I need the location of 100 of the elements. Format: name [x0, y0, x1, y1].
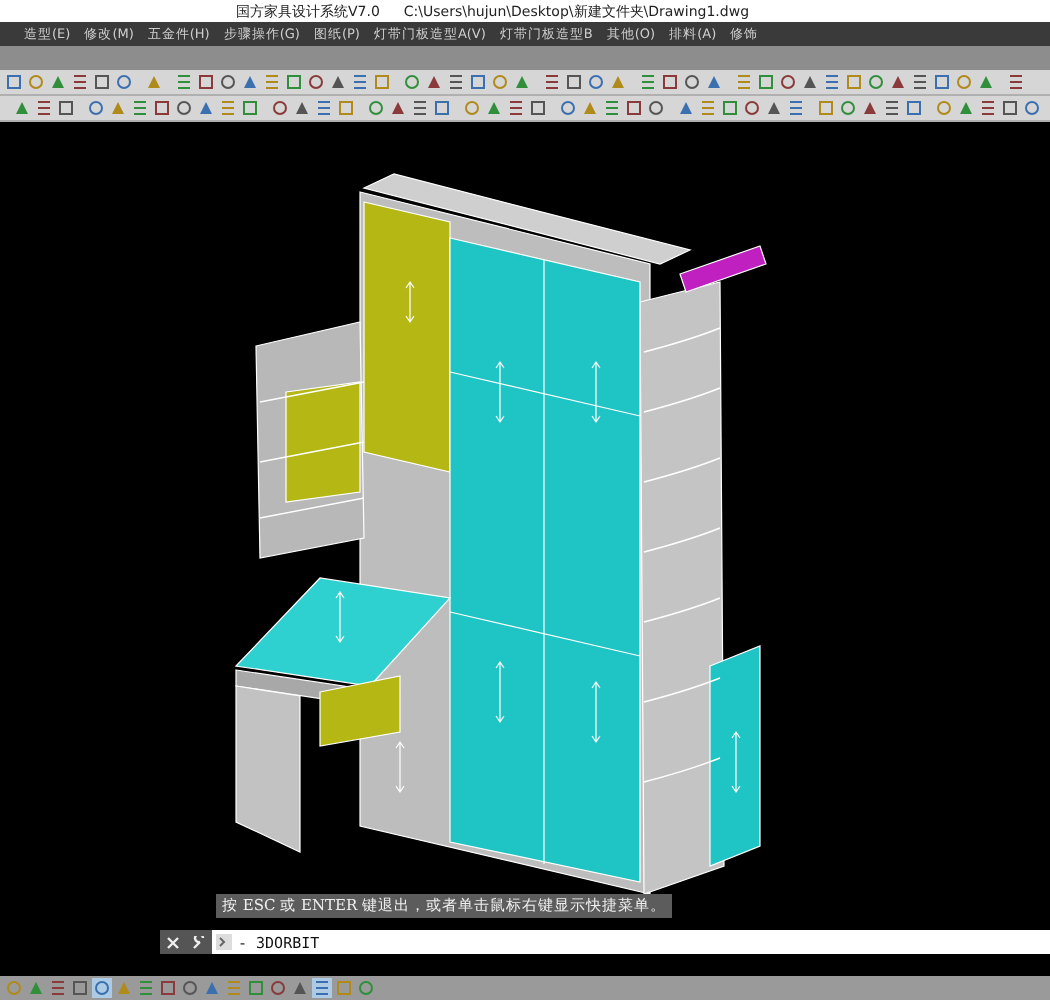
tool-button[interactable] — [144, 72, 164, 92]
tool-button[interactable] — [240, 98, 260, 118]
tool-button[interactable] — [92, 72, 112, 92]
tool-button[interactable] — [910, 72, 930, 92]
tool-button[interactable] — [262, 72, 282, 92]
tool-button[interactable] — [350, 72, 370, 92]
tool-button[interactable] — [424, 72, 444, 92]
tool-button[interactable] — [268, 978, 288, 998]
tool-button[interactable] — [624, 98, 644, 118]
tool-button[interactable] — [388, 98, 408, 118]
tool-button[interactable] — [954, 72, 974, 92]
tool-button[interactable] — [764, 98, 784, 118]
tool-button[interactable] — [130, 98, 150, 118]
tool-button[interactable] — [564, 72, 584, 92]
tool-button[interactable] — [152, 98, 172, 118]
tool-button[interactable] — [218, 72, 238, 92]
tool-button[interactable] — [512, 72, 532, 92]
tool-button[interactable] — [432, 98, 452, 118]
tool-button[interactable] — [292, 98, 312, 118]
tool-button[interactable] — [778, 72, 798, 92]
tool-button[interactable] — [904, 98, 924, 118]
tool-button[interactable] — [174, 72, 194, 92]
tool-button[interactable] — [756, 72, 776, 92]
tool-button[interactable] — [314, 98, 334, 118]
close-icon[interactable] — [166, 935, 180, 949]
tool-button[interactable] — [822, 72, 842, 92]
tool-button[interactable] — [860, 98, 880, 118]
tool-button[interactable] — [734, 72, 754, 92]
tool-button[interactable] — [468, 72, 488, 92]
tool-button[interactable] — [978, 98, 998, 118]
tool-button[interactable] — [26, 72, 46, 92]
tool-button[interactable] — [114, 72, 134, 92]
tool-button[interactable] — [660, 72, 680, 92]
tool-button[interactable] — [462, 98, 482, 118]
tool-button[interactable] — [742, 98, 762, 118]
tool-button[interactable] — [108, 98, 128, 118]
tool-button[interactable] — [638, 72, 658, 92]
tool-button[interactable] — [704, 72, 724, 92]
tool-button[interactable] — [410, 98, 430, 118]
tool-button[interactable] — [542, 72, 562, 92]
tool-button[interactable] — [506, 98, 526, 118]
tool-button[interactable] — [720, 98, 740, 118]
tool-icon — [604, 100, 620, 116]
tool-button[interactable] — [92, 978, 112, 998]
tool-button[interactable] — [70, 978, 90, 998]
tool-button[interactable] — [888, 72, 908, 92]
tool-button[interactable] — [70, 72, 90, 92]
tool-button[interactable] — [402, 72, 422, 92]
tool-button[interactable] — [844, 72, 864, 92]
tool-button[interactable] — [816, 98, 836, 118]
tool-button[interactable] — [882, 98, 902, 118]
tool-button[interactable] — [956, 98, 976, 118]
tool-button[interactable] — [12, 98, 32, 118]
tool-button[interactable] — [866, 72, 886, 92]
tool-button[interactable] — [446, 72, 466, 92]
tool-button[interactable] — [34, 98, 54, 118]
tool-button[interactable] — [180, 978, 200, 998]
tool-button[interactable] — [602, 98, 622, 118]
tool-button[interactable] — [290, 978, 310, 998]
tool-button[interactable] — [558, 98, 578, 118]
tool-button[interactable] — [786, 98, 806, 118]
tool-button[interactable] — [800, 72, 820, 92]
tool-button[interactable] — [270, 98, 290, 118]
tool-button[interactable] — [838, 98, 858, 118]
tool-button[interactable] — [976, 72, 996, 92]
tool-button[interactable] — [312, 978, 332, 998]
tool-button[interactable] — [932, 72, 952, 92]
tool-button[interactable] — [646, 98, 666, 118]
tool-button[interactable] — [372, 72, 392, 92]
tool-button[interactable] — [608, 72, 628, 92]
tool-button[interactable] — [484, 98, 504, 118]
tool-button[interactable] — [240, 72, 260, 92]
tool-button[interactable] — [580, 98, 600, 118]
tool-button[interactable] — [682, 72, 702, 92]
tool-button[interactable] — [86, 98, 106, 118]
tool-icon — [788, 100, 804, 116]
tool-button[interactable] — [676, 98, 696, 118]
tool-button[interactable] — [934, 98, 954, 118]
tool-button[interactable] — [48, 72, 68, 92]
tool-button[interactable] — [1000, 98, 1020, 118]
tool-icon — [736, 74, 752, 90]
tool-button[interactable] — [1006, 72, 1026, 92]
tool-button[interactable] — [336, 98, 356, 118]
tool-button[interactable] — [528, 98, 548, 118]
tool-button[interactable] — [284, 72, 304, 92]
tool-button[interactable] — [174, 98, 194, 118]
tool-button[interactable] — [366, 98, 386, 118]
tool-button[interactable] — [48, 978, 68, 998]
tool-button[interactable] — [158, 978, 178, 998]
tool-button[interactable] — [4, 72, 24, 92]
tool-button[interactable] — [586, 72, 606, 92]
tool-button[interactable] — [1022, 98, 1042, 118]
tool-button[interactable] — [196, 72, 216, 92]
tool-button[interactable] — [328, 72, 348, 92]
tool-button[interactable] — [698, 98, 718, 118]
tool-button[interactable] — [490, 72, 510, 92]
tool-button[interactable] — [218, 98, 238, 118]
tool-button[interactable] — [306, 72, 326, 92]
tool-button[interactable] — [196, 98, 216, 118]
tool-button[interactable] — [56, 98, 76, 118]
